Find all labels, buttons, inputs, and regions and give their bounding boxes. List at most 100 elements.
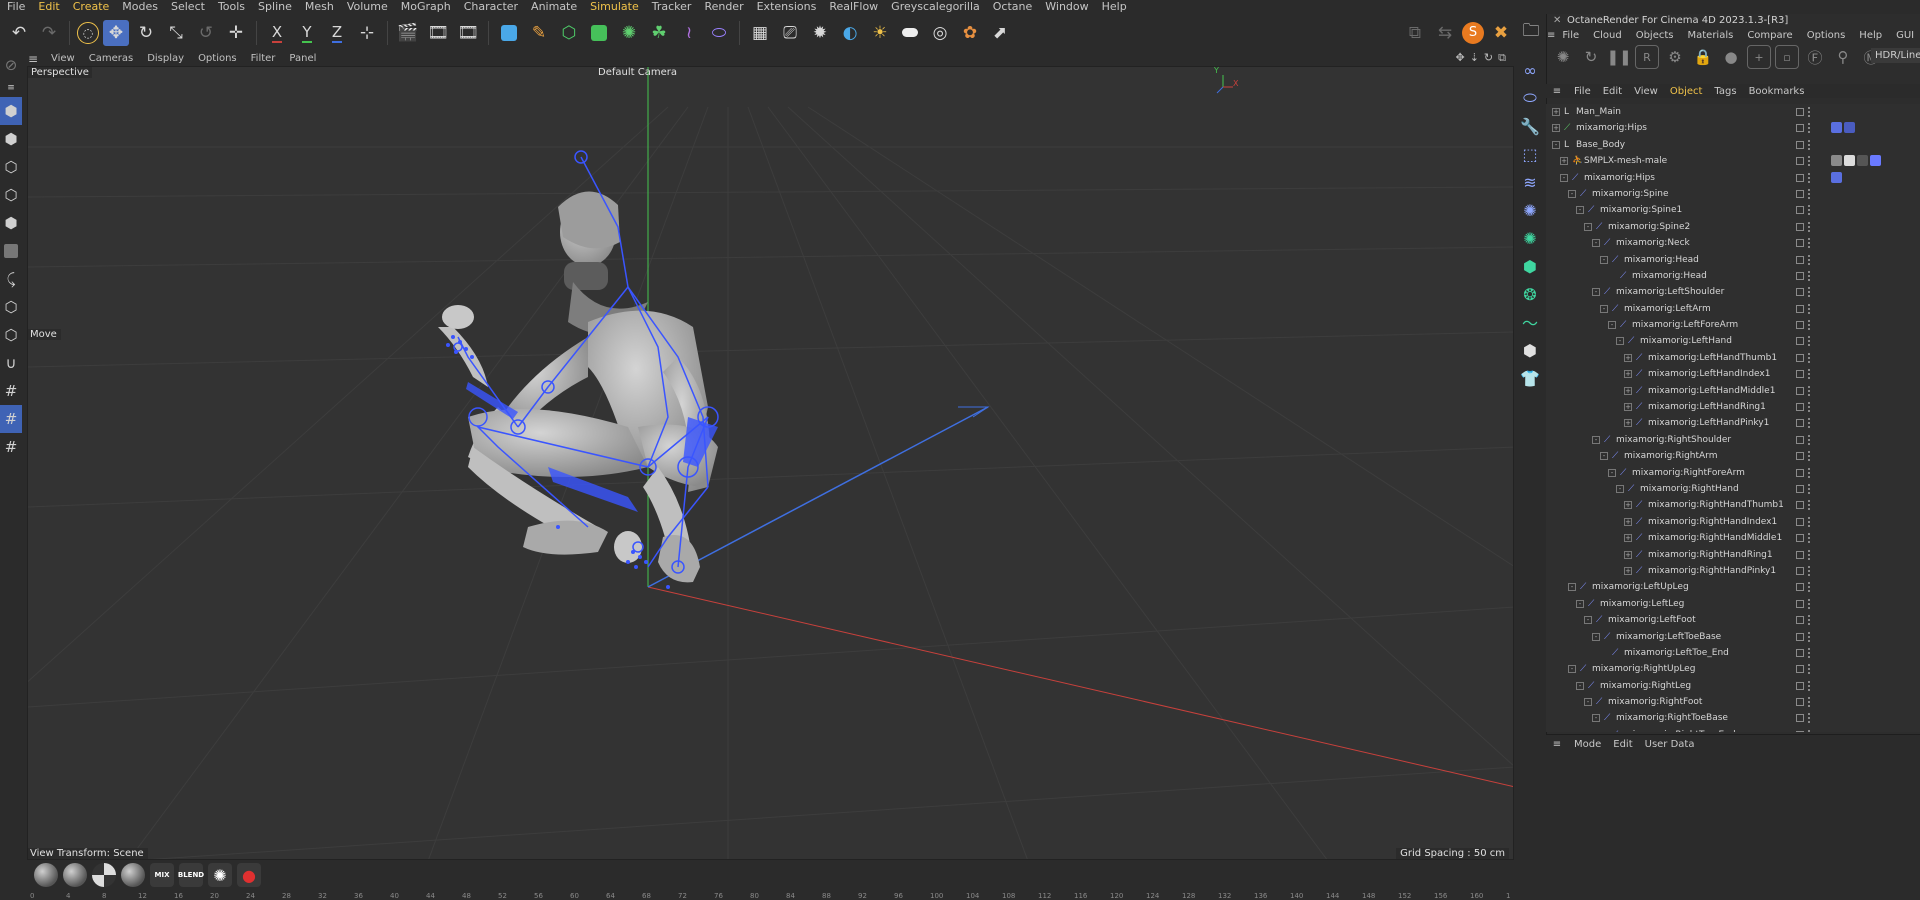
- orbit-icon[interactable]: ⇣: [1470, 51, 1479, 66]
- object-row[interactable]: - ⟋ mixamorig:LeftLeg: [1546, 596, 1920, 612]
- om-menu-tags[interactable]: Tags: [1708, 86, 1742, 97]
- collapse-icon[interactable]: -: [1600, 304, 1608, 313]
- visibility-dots[interactable]: [1808, 270, 1811, 281]
- menu-mesh[interactable]: Mesh: [298, 0, 340, 14]
- floor-icon[interactable]: [897, 20, 923, 46]
- visibility-dots[interactable]: [1808, 402, 1811, 413]
- collapse-icon[interactable]: -: [1576, 599, 1584, 608]
- scale-icon[interactable]: ⤡: [163, 20, 189, 46]
- collapse-icon[interactable]: -: [1592, 239, 1600, 248]
- render-settings-icon[interactable]: 🎞: [455, 20, 481, 46]
- visibility-dots[interactable]: [1808, 549, 1811, 560]
- octane-menu-gui[interactable]: GUI: [1889, 30, 1920, 41]
- hdr-linear-select[interactable]: HDR/Linear: [1871, 48, 1920, 63]
- redo-icon[interactable]: ↷: [36, 20, 62, 46]
- character-tag-icon[interactable]: [1831, 171, 1842, 183]
- object-row[interactable]: - ⟋ mixamorig:LeftForeArm: [1546, 317, 1920, 333]
- menu-greyscalegorilla[interactable]: Greyscalegorilla: [884, 0, 986, 14]
- locked-workplane-icon[interactable]: #: [0, 405, 22, 433]
- object-row[interactable]: + L Man_Main: [1546, 104, 1920, 120]
- object-row[interactable]: + ⟋ mixamorig:LeftHandRing1: [1546, 399, 1920, 415]
- collapse-icon[interactable]: -: [1584, 222, 1592, 231]
- enable-checkbox[interactable]: [1796, 648, 1804, 657]
- region-icon[interactable]: ▫: [1775, 45, 1799, 69]
- export-icon[interactable]: ⬈: [987, 20, 1013, 46]
- collapse-icon[interactable]: -: [1560, 173, 1568, 182]
- om-menu-view[interactable]: View: [1628, 86, 1664, 97]
- enable-checkbox[interactable]: [1796, 566, 1804, 575]
- enable-checkbox[interactable]: [1796, 124, 1804, 133]
- enable-checkbox[interactable]: [1796, 206, 1804, 215]
- octane-cube-icon[interactable]: ⬢: [1515, 252, 1545, 280]
- object-row[interactable]: - ⟋ mixamorig:RightUpLeg: [1546, 661, 1920, 677]
- rotate-icon[interactable]: ↻: [133, 20, 159, 46]
- visibility-dots[interactable]: [1808, 451, 1811, 462]
- model-icon[interactable]: ✛: [223, 20, 249, 46]
- menu-extensions[interactable]: Extensions: [750, 0, 823, 14]
- weight-tag-icon[interactable]: [1870, 155, 1881, 167]
- enable-checkbox[interactable]: [1796, 681, 1804, 690]
- object-row[interactable]: - ⟋ mixamorig:LeftShoulder: [1546, 284, 1920, 300]
- move-icon[interactable]: ✥: [103, 19, 129, 46]
- visibility-dots[interactable]: [1808, 221, 1811, 232]
- settings-icon[interactable]: ⚙: [1663, 45, 1687, 69]
- object-row[interactable]: ⟋mixamorig:RightToe_End: [1546, 727, 1920, 732]
- octane-menu-help[interactable]: Help: [1852, 30, 1889, 41]
- collapse-icon[interactable]: -: [1576, 681, 1584, 690]
- material-ball[interactable]: [92, 863, 116, 887]
- polygons-mode-icon[interactable]: ⬢: [0, 209, 22, 237]
- object-mode-icon[interactable]: ⬢: [0, 97, 22, 125]
- uv-mode-icon[interactable]: [0, 237, 22, 265]
- enable-checkbox[interactable]: [1796, 730, 1804, 732]
- x-axis-icon[interactable]: X: [264, 20, 290, 46]
- visibility-dots[interactable]: [1808, 418, 1811, 429]
- expand-icon[interactable]: +: [1624, 419, 1632, 428]
- enable-checkbox[interactable]: [1796, 435, 1804, 444]
- enable-checkbox[interactable]: [1796, 550, 1804, 559]
- menu-icon[interactable]: ≡: [0, 79, 22, 97]
- octane-menu-objects[interactable]: Objects: [1629, 30, 1681, 41]
- live-selection-icon[interactable]: ◌: [77, 21, 99, 44]
- expand-icon[interactable]: +: [1552, 108, 1560, 116]
- visibility-dots[interactable]: [1808, 434, 1811, 445]
- viewport-menu-view[interactable]: View: [44, 53, 82, 64]
- menu-volume[interactable]: Volume: [340, 0, 394, 14]
- enable-checkbox[interactable]: [1796, 665, 1804, 674]
- collapse-icon[interactable]: -: [1592, 714, 1600, 723]
- collapse-icon[interactable]: -: [1568, 583, 1576, 592]
- folder-icon[interactable]: 🗀: [1518, 20, 1544, 46]
- collapse-icon[interactable]: -: [1592, 632, 1600, 641]
- enable-checkbox[interactable]: [1796, 304, 1804, 313]
- octane-spin-icon[interactable]: ✺: [1551, 45, 1575, 69]
- solo-icon[interactable]: ⬡: [0, 321, 22, 349]
- om-menu-file[interactable]: File: [1568, 86, 1597, 97]
- octane-menu-icon[interactable]: ≡: [1547, 30, 1555, 41]
- octane-menu-compare[interactable]: Compare: [1740, 30, 1799, 41]
- object-row[interactable]: + ⟋ mixamorig:LeftHandThumb1: [1546, 350, 1920, 366]
- object-row[interactable]: - ⟋ mixamorig:LeftFoot: [1546, 612, 1920, 628]
- object-row[interactable]: - ⟋ mixamorig:Spine: [1546, 186, 1920, 202]
- object-row[interactable]: + ⟋ mixamorig:Hips: [1546, 120, 1920, 136]
- render-r-icon[interactable]: R: [1635, 45, 1659, 69]
- octane-menu-materials[interactable]: Materials: [1680, 30, 1740, 41]
- visibility-dots[interactable]: [1808, 303, 1811, 314]
- expand-icon[interactable]: +: [1560, 157, 1568, 166]
- octane-water-icon[interactable]: ≋: [1515, 168, 1545, 196]
- octane-curve-icon[interactable]: 〜: [1515, 308, 1545, 336]
- visibility-dots[interactable]: [1808, 598, 1811, 609]
- octane-box-icon[interactable]: ⬢: [1515, 336, 1545, 364]
- object-row[interactable]: + ⟋ mixamorig:RightHandRing1: [1546, 547, 1920, 563]
- om-menu-edit[interactable]: Edit: [1597, 86, 1628, 97]
- enable-checkbox[interactable]: [1796, 321, 1804, 330]
- object-row[interactable]: - L Base_Body: [1546, 137, 1920, 153]
- menu-edit[interactable]: Edit: [31, 0, 65, 14]
- model-mode-icon[interactable]: ⬢: [0, 125, 22, 153]
- camera-name[interactable]: Default Camera: [598, 67, 677, 78]
- visibility-dots[interactable]: [1808, 516, 1811, 527]
- octane-tag-icon[interactable]: ⬭: [1515, 84, 1545, 112]
- visibility-dots[interactable]: [1808, 729, 1811, 732]
- octane-settings-icon[interactable]: ✺: [1515, 196, 1545, 224]
- viewport-menu-options[interactable]: Options: [191, 53, 244, 64]
- visibility-dots[interactable]: [1808, 205, 1811, 216]
- visibility-dots[interactable]: [1808, 287, 1811, 298]
